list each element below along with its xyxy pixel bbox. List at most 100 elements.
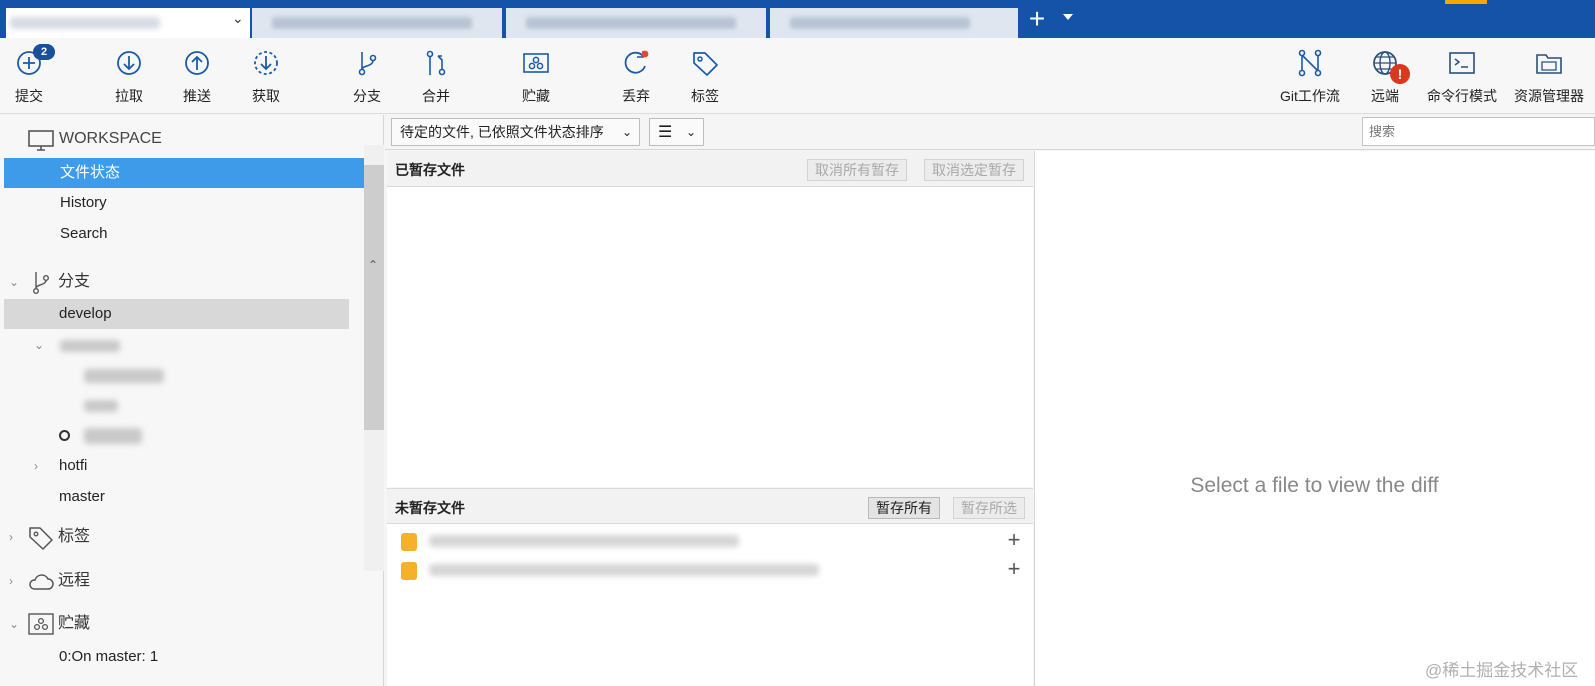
terminal-label: 命令行模式: [1427, 88, 1497, 104]
redacted-branch-name: [84, 369, 164, 383]
merge-button[interactable]: 合并: [404, 48, 468, 108]
unstage-all-button[interactable]: 取消所有暂存: [807, 159, 907, 181]
git-flow-icon: [1298, 49, 1322, 77]
diff-pane[interactable]: [1034, 151, 1595, 686]
workspace-label: WORKSPACE: [59, 130, 162, 147]
sidebar-item-history[interactable]: History: [4, 188, 366, 218]
explorer-button[interactable]: 资源管理器: [1509, 48, 1589, 108]
push-button[interactable]: 推送: [165, 48, 229, 108]
diff-placeholder-text: Select a file to view the diff: [1190, 474, 1439, 497]
terminal-button[interactable]: 命令行模式: [1422, 48, 1502, 108]
staged-files-list[interactable]: [387, 187, 1033, 487]
active-repo-tab[interactable]: [6, 8, 250, 38]
branch-folder[interactable]: ⌄: [4, 330, 366, 360]
branch-item-master[interactable]: master: [4, 482, 366, 512]
folder-icon: [1536, 54, 1562, 74]
commit-button[interactable]: 2 提交: [0, 44, 61, 108]
stash-icon: [523, 53, 549, 73]
tag-icon: [29, 527, 53, 550]
stage-selected-button[interactable]: 暂存所选: [953, 497, 1025, 519]
window-accent: [1445, 0, 1487, 4]
staged-files-header: 已暂存文件 取消所有暂存 取消选定暂存: [387, 151, 1033, 187]
remotes-header[interactable]: › 远程: [0, 563, 362, 599]
tags-label: 标签: [58, 528, 91, 545]
unstaged-files-title: 未暂存文件: [395, 500, 465, 516]
sidebar-item-search[interactable]: Search: [4, 219, 366, 249]
repo-tab[interactable]: [252, 8, 502, 38]
remote-alert-icon: !: [1390, 64, 1410, 84]
repo-tab[interactable]: [770, 8, 1018, 38]
branch-label: 分支: [353, 88, 381, 104]
discard-button[interactable]: 丢弃: [604, 48, 668, 108]
sidebar-scrollbar-thumb[interactable]: [364, 165, 384, 430]
git-flow-button[interactable]: Git工作流: [1270, 48, 1350, 108]
list-icon: ☰: [658, 124, 673, 141]
chevron-down-icon[interactable]: ⌄: [9, 264, 19, 300]
branch-button[interactable]: 分支: [335, 48, 399, 108]
repo-tab[interactable]: [506, 8, 766, 38]
merge-icon: [426, 50, 446, 76]
view-mode-dropdown[interactable]: ☰ ⌄: [649, 118, 704, 146]
unstage-selected-button[interactable]: 取消选定暂存: [924, 159, 1024, 181]
chevron-down-icon: ⌄: [685, 125, 696, 139]
fetch-button[interactable]: 获取: [234, 48, 298, 108]
stashes-header[interactable]: ⌄ 贮藏: [0, 606, 362, 642]
sidebar-item-file-status[interactable]: 文件状态: [4, 158, 366, 188]
sort-dropdown[interactable]: 待定的文件, 已依照文件状态排序 ⌄: [391, 118, 640, 146]
chevron-down-icon[interactable]: ⌄: [34, 330, 44, 360]
stash-label: 贮藏: [522, 88, 550, 104]
stage-file-plus-icon[interactable]: +: [1003, 529, 1025, 551]
terminal-icon: [1449, 52, 1475, 74]
branches-header[interactable]: ⌄ 分支: [0, 264, 362, 300]
sidebar: WORKSPACE 文件状态 History Search ⌄ 分支 devel…: [0, 115, 384, 686]
branch-icon: [358, 52, 377, 76]
branch-item-redacted[interactable]: [4, 360, 366, 390]
scroll-up-icon[interactable]: ⌃: [368, 258, 378, 272]
monitor-icon: [28, 130, 54, 151]
pull-label: 拉取: [115, 88, 143, 104]
branch-develop-label: develop: [59, 305, 112, 322]
pull-button[interactable]: 拉取: [97, 48, 161, 108]
redacted-file-path: [429, 535, 739, 547]
branch-item-current[interactable]: [4, 420, 366, 450]
new-tab-button[interactable]: +: [1024, 5, 1050, 33]
modified-file-icon: [401, 533, 417, 551]
sort-dropdown-label: 待定的文件, 已依照文件状态排序: [400, 124, 604, 140]
chevron-right-icon[interactable]: ›: [9, 563, 13, 599]
history-label: History: [60, 194, 107, 211]
remote-button[interactable]: ! 远端: [1353, 48, 1417, 108]
tags-header[interactable]: › 标签: [0, 519, 362, 555]
watermark: @稀土掘金技术社区: [1425, 661, 1579, 680]
chevron-down-icon[interactable]: ⌄: [9, 606, 19, 642]
main-toolbar: 2 提交 拉取 推送 获取 分支 合并 贮藏 丢弃 标签 Git工作流 ! 远端…: [0, 38, 1595, 114]
branch-item-develop[interactable]: develop: [4, 299, 349, 329]
unstaged-file-row[interactable]: +: [387, 556, 1033, 584]
stash-item[interactable]: 0:On master: 1: [4, 642, 366, 672]
push-label: 推送: [183, 88, 211, 104]
unstaged-file-row[interactable]: +: [387, 527, 1033, 555]
discard-label: 丢弃: [622, 88, 650, 104]
chevron-right-icon[interactable]: ›: [34, 451, 38, 481]
chevron-right-icon[interactable]: ›: [9, 519, 13, 555]
search-input[interactable]: [1362, 117, 1595, 146]
title-bar: ⌄ +: [0, 0, 1595, 38]
tag-button[interactable]: 标签: [673, 48, 737, 108]
modified-file-icon: [401, 562, 417, 580]
redacted-branch-name: [60, 340, 120, 352]
redacted-file-path: [429, 564, 819, 576]
tab-menu-icon[interactable]: [1063, 14, 1073, 20]
tab-dropdown-icon[interactable]: ⌄: [232, 10, 244, 27]
staged-files-title: 已暂存文件: [395, 162, 465, 178]
stash-button[interactable]: 贮藏: [504, 48, 568, 108]
branch-item-redacted[interactable]: [4, 390, 366, 420]
workspace-header: WORKSPACE: [0, 121, 362, 157]
branch-hotfix-label: hotfi: [59, 457, 88, 474]
chevron-down-icon: ⌄: [621, 125, 632, 139]
redacted-branch-name: [84, 428, 142, 444]
stage-all-button[interactable]: 暂存所有: [868, 497, 940, 519]
stage-file-plus-icon[interactable]: +: [1003, 558, 1025, 580]
unstaged-files-header: 未暂存文件 暂存所有 暂存所选: [387, 488, 1033, 524]
git-flow-label: Git工作流: [1280, 88, 1340, 104]
tab-title-redacted: [10, 17, 160, 29]
branch-folder-hotfix[interactable]: › hotfi: [4, 451, 366, 481]
